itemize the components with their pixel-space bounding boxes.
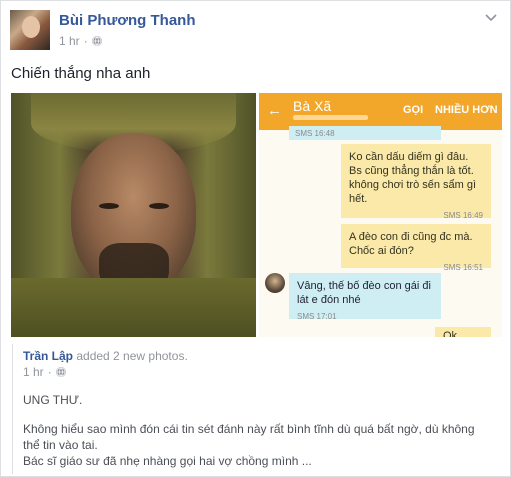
photo-sms-screenshot[interactable]: ← Bà Xã GỌI NHIỀU HƠN SMS 16:48 Ko cần d… <box>259 93 502 337</box>
feed-post: Bùi Phương Thanh 1 hr · Chiến thắng nha … <box>0 0 511 477</box>
post-meta: 1 hr · <box>59 34 102 48</box>
sms-text: Ko cần dấu diếm gì đâu. Bs cũng thẳng th… <box>349 151 477 205</box>
sms-header: ← Bà Xã GỌI NHIỀU HƠN <box>259 93 502 130</box>
shared-author-name[interactable]: Trần Lập <box>23 349 73 363</box>
globe-icon[interactable] <box>91 36 102 46</box>
sms-time: SMS 16:48 <box>295 129 335 138</box>
shared-post-paragraph: Bác sĩ giáo sư đã nhẹ nhàng gọi hai vợ c… <box>23 454 312 468</box>
author-name[interactable]: Bùi Phương Thanh <box>59 12 196 29</box>
sms-bubble: Ok <box>435 327 491 337</box>
back-arrow-icon: ← <box>267 102 282 119</box>
shared-post-paragraph: Không hiểu sao mình đón cái tin sét đánh… <box>23 422 475 452</box>
meta-separator: · <box>47 365 52 379</box>
shared-post-meta: 1 hr · <box>23 365 66 379</box>
sms-bubble: Vâng, thế bố đèo con gái đi lát e đón nh… <box>289 273 441 321</box>
shared-post-title: UNG THƯ. <box>23 393 83 407</box>
sms-time: SMS 17:01 <box>297 312 337 321</box>
meta-separator: · <box>83 34 88 48</box>
globe-icon[interactable] <box>55 367 66 377</box>
shared-post-divider <box>12 344 13 474</box>
post-time[interactable]: 1 hr <box>59 34 80 48</box>
sms-call-label: GỌI <box>403 104 424 116</box>
shared-action-text: added 2 new photos. <box>73 349 188 363</box>
author-avatar[interactable] <box>10 10 50 50</box>
shared-post-time[interactable]: 1 hr <box>23 365 44 379</box>
post-status-text: Chiến thắng nha anh <box>11 65 151 82</box>
sms-bubble: Ko cần dấu diếm gì đâu. Bs cũng thẳng th… <box>341 144 491 220</box>
sms-more-label: NHIỀU HƠN <box>435 104 498 116</box>
sms-contact-number-redacted <box>293 115 368 120</box>
sms-text: Ok <box>443 330 458 337</box>
shared-post-header: Trần Lập added 2 new photos. <box>23 349 188 363</box>
sms-contact-avatar <box>265 273 285 293</box>
sms-text: Vâng, thế bố đèo con gái đi lát e đón nh… <box>297 280 431 306</box>
photo-portrait[interactable] <box>11 93 256 337</box>
sms-bubble: A đèo con đi cũng đc mà. Chốc ai đón? SM… <box>341 224 491 272</box>
sms-time: SMS 16:49 <box>443 211 483 220</box>
sms-bubble: SMS 16:48 <box>289 126 441 140</box>
chevron-down-icon[interactable] <box>484 11 498 25</box>
sms-text: A đèo con đi cũng đc mà. Chốc ai đón? <box>349 231 473 257</box>
sms-contact-name: Bà Xã <box>293 98 332 114</box>
